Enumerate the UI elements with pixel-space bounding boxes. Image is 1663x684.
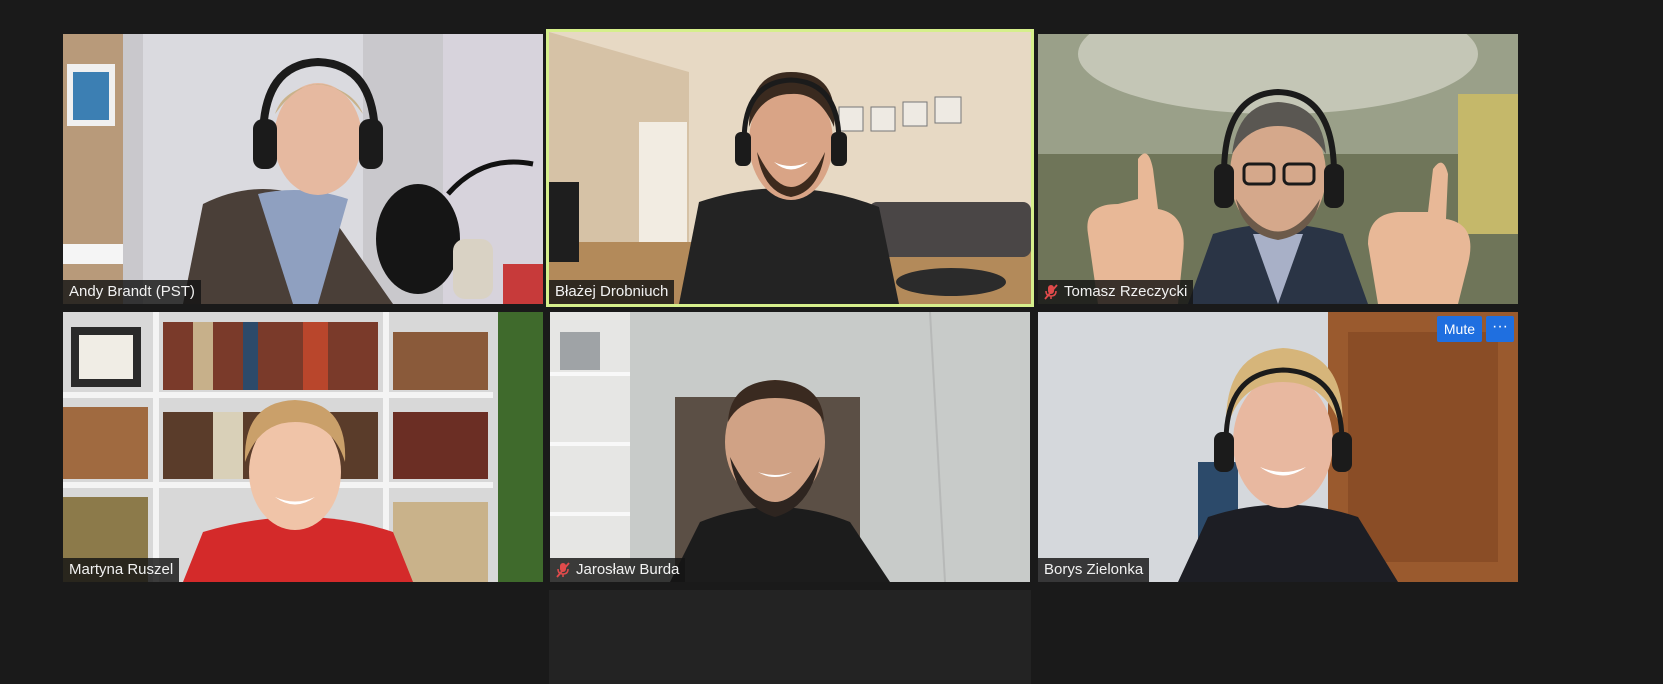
video-tile-tomasz-rzeczycki[interactable]: Tomasz Rzeczycki <box>1038 34 1518 304</box>
participant-name-tag: Jarosław Burda <box>550 558 686 582</box>
participant-video <box>1038 34 1518 304</box>
participant-video <box>549 32 1031 304</box>
empty-grid-area <box>549 590 1031 684</box>
video-tile-borys-zielonka[interactable]: Mute ··· Borys Zielonka <box>1038 312 1518 582</box>
participant-name: Borys Zielonka <box>1044 561 1144 578</box>
more-options-button[interactable]: ··· <box>1486 316 1514 342</box>
participant-name: Tomasz Rzeczycki <box>1064 283 1188 300</box>
participant-name: Andy Brandt (PST) <box>69 283 195 300</box>
participant-video <box>63 34 543 304</box>
participant-name-tag: Andy Brandt (PST) <box>63 280 201 304</box>
participant-name-tag: Błażej Drobniuch <box>549 280 675 304</box>
participant-video <box>63 312 543 582</box>
mic-muted-icon <box>1044 284 1058 300</box>
participant-name: Jarosław Burda <box>576 561 680 578</box>
video-tile-andy-brandt[interactable]: Andy Brandt (PST) <box>63 34 543 304</box>
mic-muted-icon <box>556 562 570 578</box>
mute-participant-button[interactable]: Mute <box>1436 316 1482 342</box>
participant-video <box>1038 312 1518 582</box>
participant-name: Błażej Drobniuch <box>555 283 669 300</box>
video-tile-martyna-ruszel[interactable]: Martyna Ruszel <box>63 312 543 582</box>
participant-name: Martyna Ruszel <box>69 561 174 578</box>
participant-name-tag: Tomasz Rzeczycki <box>1038 280 1194 304</box>
participant-video <box>550 312 1030 582</box>
video-tile-blazej-drobniuch[interactable]: Błażej Drobniuch <box>546 29 1034 307</box>
video-tile-jaroslaw-burda[interactable]: Jarosław Burda <box>550 312 1030 582</box>
participant-name-tag: Martyna Ruszel <box>63 558 180 582</box>
participant-name-tag: Borys Zielonka <box>1038 558 1150 582</box>
